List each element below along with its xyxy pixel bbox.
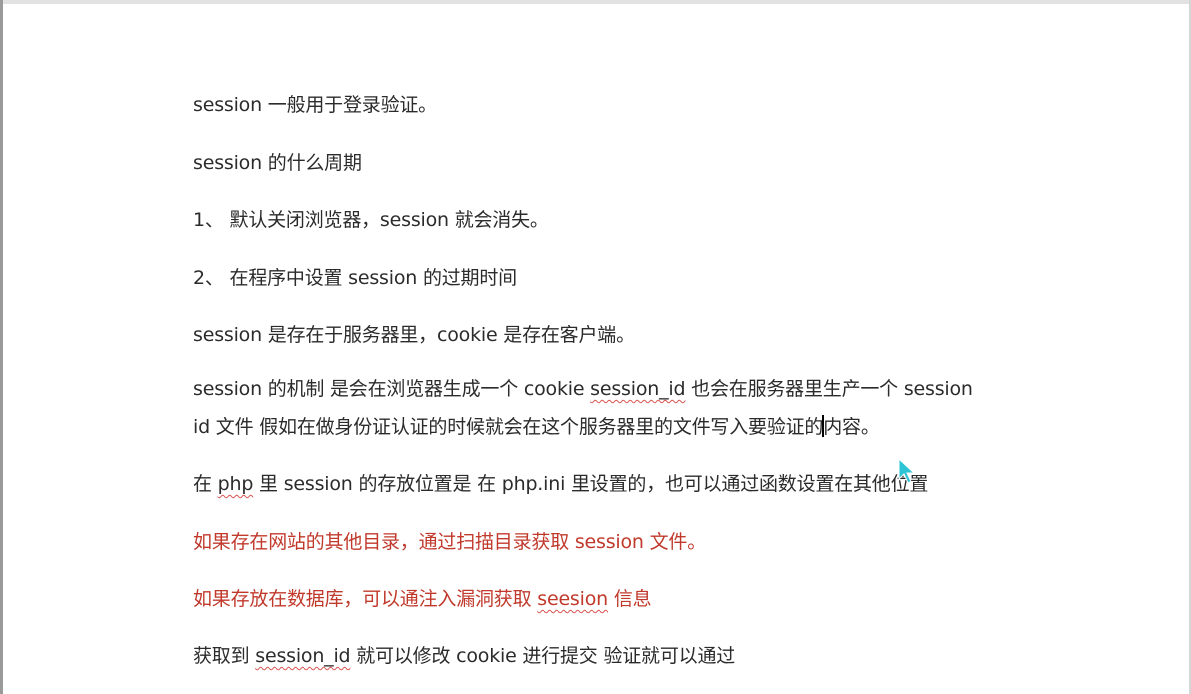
paragraph-7-text-c: 里 session 的存放位置是 在 php.ini 里设置的，也可以通过函数设… xyxy=(253,473,929,495)
paragraph-6-session-id: session_id xyxy=(590,378,686,400)
paragraph-7: 在 php 里 session 的存放位置是 在 php.ini 里设置的，也可… xyxy=(193,470,1073,498)
paragraph-2: session 的什么周期 xyxy=(193,152,362,174)
paragraph-1: session 一般用于登录验证。 xyxy=(193,94,437,116)
paragraph-6-line-1: session 的机制 是会在浏览器生成一个 cookie session_id… xyxy=(193,375,1073,403)
arrow-pointer-icon xyxy=(898,458,916,484)
paragraph-8: 如果存在网站的其他目录，通过扫描目录获取 session 文件。 xyxy=(193,531,707,553)
window-left-edge xyxy=(0,0,3,694)
paragraph-9-text-a: 如果存放在数据库，可以通注入漏洞获取 xyxy=(193,588,538,610)
paragraph-6b-text-a: id 文件 假如在做身份证认证的时候就会在这个服务器里的文件写入要验证的 xyxy=(193,416,824,438)
window-top-strip xyxy=(0,0,1191,4)
paragraph-10-session-id: session_id xyxy=(255,645,351,667)
paragraph-9-seesion: seesion xyxy=(537,588,608,610)
paragraph-7-text-a: 在 xyxy=(193,473,218,495)
paragraph-6b-text-b: 内容。 xyxy=(823,416,880,438)
document-body[interactable]: session 一般用于登录验证。 session 的什么周期 1、 默认关闭浏… xyxy=(193,91,1073,670)
paragraph-9-text-c: 信息 xyxy=(607,588,652,610)
paragraph-6-text-a: session 的机制 是会在浏览器生成一个 cookie xyxy=(193,378,591,400)
paragraph-6-text-c: 也会在服务器里生产一个 session xyxy=(685,378,973,400)
paragraph-9: 如果存放在数据库，可以通注入漏洞获取 seesion 信息 xyxy=(193,585,1073,613)
paragraph-10-text-a: 获取到 xyxy=(193,645,256,667)
paragraph-4: 2、 在程序中设置 session 的过期时间 xyxy=(193,267,517,289)
document-page: session 一般用于登录验证。 session 的什么周期 1、 默认关闭浏… xyxy=(0,0,1191,694)
paragraph-7-php: php xyxy=(217,473,254,495)
paragraph-3: 1、 默认关闭浏览器，session 就会消失。 xyxy=(193,209,549,231)
paragraph-5: session 是存在于服务器里，cookie 是存在客户端。 xyxy=(193,324,635,346)
paragraph-10-text-c: 就可以修改 cookie 进行提交 验证就可以通过 xyxy=(350,645,736,667)
paragraph-6-line-2: id 文件 假如在做身份证认证的时候就会在这个服务器里的文件写入要验证的内容。 xyxy=(193,413,1073,441)
paragraph-10: 获取到 session_id 就可以修改 cookie 进行提交 验证就可以通过 xyxy=(193,642,1073,670)
